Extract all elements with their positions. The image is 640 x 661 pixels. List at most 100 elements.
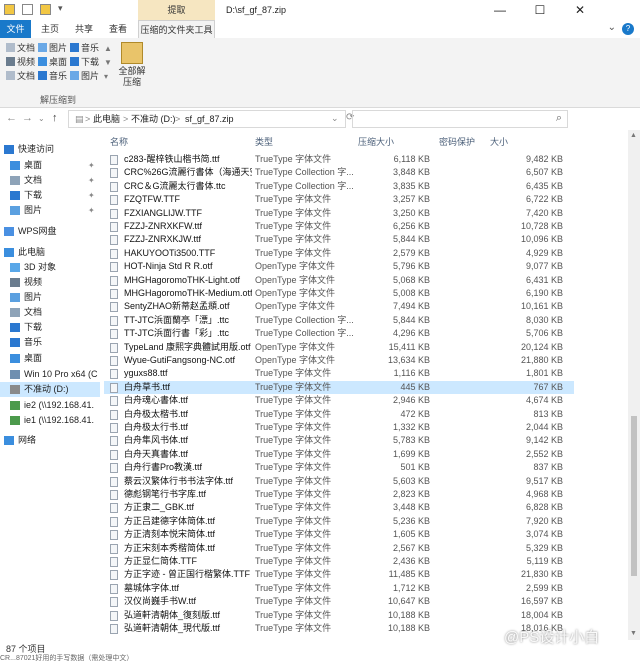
close-button[interactable]: ✕ <box>560 0 600 20</box>
file-row[interactable]: FZXIANGLIJW.TTF TrueType 字体文件 3,250 KB 7,42… <box>104 207 574 220</box>
tab-home[interactable]: 主页 <box>34 20 66 38</box>
file-row[interactable]: HOT-Ninja Std R R.otf OpenType 字体文件 5,796 … <box>104 260 574 273</box>
address-dropdown-icon[interactable]: ⌄ <box>331 113 339 124</box>
forward-icon[interactable]: → <box>22 112 33 124</box>
pin-icon[interactable]: ✦ <box>88 203 95 218</box>
file-row[interactable]: 方正吕建德字体简体.ttf TrueType 字体文件 5,236 KB 7,920 … <box>104 515 574 528</box>
file-row[interactable]: c283-醒梓铁山楷书简.ttf TrueType 字体文件 6,118 KB 9,4… <box>104 153 574 166</box>
up-icon[interactable]: ↑ <box>52 112 58 124</box>
back-icon[interactable]: ← <box>6 112 17 124</box>
file-row[interactable]: yguxs88.ttf TrueType 字体文件 1,116 KB 1,801 KB <box>104 367 574 380</box>
pin-icon[interactable]: ✦ <box>88 188 95 203</box>
nav-item[interactable]: ie2 (\\192.168.41. <box>0 398 100 413</box>
file-row[interactable]: 弘道軒清朝体_復刻版.ttf TrueType 字体文件 10,188 KB 18,0… <box>104 609 574 622</box>
quick-access-dropdown-icon[interactable]: ▾ <box>58 3 63 14</box>
tab-compressed-folder-tools[interactable]: 压缩的文件夹工具 <box>138 20 215 38</box>
address-field[interactable]: ▤ > 此电脑 > 不准动 (D:) > sf_gf_87.zip <box>68 110 346 128</box>
vertical-scrollbar[interactable]: ▲ ▼ <box>628 130 640 640</box>
nav-item[interactable]: 文档 <box>0 305 100 320</box>
file-row[interactable]: 墓城体字体.ttf TrueType 字体文件 1,712 KB 2,599 KB <box>104 582 574 595</box>
context-tab-extract[interactable]: 提取 <box>138 0 215 20</box>
file-row[interactable]: 白舟极太楷书.ttf TrueType 字体文件 472 KB 813 KB <box>104 408 574 421</box>
scroll-up-icon[interactable]: ▲ <box>104 44 112 53</box>
extract-to-music-2[interactable]: 音乐 <box>38 70 67 82</box>
file-row[interactable]: CRC%26G流麗行書体（海通天空）...TrueType Collection… <box>104 166 574 179</box>
file-row[interactable]: MHGHagoromoTHK-Medium.otf OpenType 字体文件 5,… <box>104 287 574 300</box>
scroll-up-arrow-icon[interactable]: ▲ <box>630 132 637 139</box>
nav-item[interactable]: 图片 <box>0 290 100 305</box>
file-row[interactable]: 白舟极太行书.ttf TrueType 字体文件 1,332 KB 2,044 KB <box>104 421 574 434</box>
extract-all-button[interactable]: 全部解 压缩 <box>116 42 148 88</box>
scroll-down-arrow-icon[interactable]: ▼ <box>630 630 637 637</box>
maximize-button[interactable]: ☐ <box>520 0 560 20</box>
extract-to-documents[interactable]: 文档 <box>6 42 35 54</box>
scrollbar-thumb[interactable] <box>631 416 637 576</box>
extract-to-desktop[interactable]: 桌面 <box>38 56 67 68</box>
file-row[interactable]: 白舟草书.ttf TrueType 字体文件 445 KB 767 KB <box>104 380 574 395</box>
nav-item[interactable]: 视频 <box>0 275 100 290</box>
tab-view[interactable]: 查看 <box>102 20 134 38</box>
file-row[interactable]: FZQTFW.TTF TrueType 字体文件 3,257 KB 6,722 KB <box>104 193 574 206</box>
column-header-type[interactable]: 类型 <box>255 133 273 151</box>
nav-item[interactable]: 快速访问 <box>0 142 100 157</box>
folder-icon[interactable] <box>4 4 15 15</box>
file-row[interactable]: 方正隶二_GBK.ttf TrueType 字体文件 3,448 KB 6,828 K… <box>104 501 574 514</box>
file-row[interactable]: 白舟天真書体.ttf TrueType 字体文件 1,699 KB 2,552 KB <box>104 448 574 461</box>
extract-to-pictures[interactable]: 图片 <box>38 42 67 54</box>
more-icon[interactable]: ▾ <box>104 72 108 81</box>
file-row[interactable]: Wyue-GutiFangsong-NC.otf OpenType 字体文件 13,… <box>104 354 574 367</box>
nav-item[interactable]: 不准动 (D:) <box>0 382 100 397</box>
help-icon[interactable]: ? <box>622 23 634 35</box>
file-row[interactable]: 白舟行書Pro教漢.ttf TrueType 字体文件 501 KB 837 KB <box>104 461 574 474</box>
breadcrumb-drive-d[interactable]: 不准动 (D:) <box>131 111 176 127</box>
file-row[interactable]: FZZJ-ZNRXKJW.ttf TrueType 字体文件 5,844 KB 10,… <box>104 233 574 246</box>
file-row[interactable]: 汉仪尚巍手书W.ttf TrueType 字体文件 10,647 KB 16,597 … <box>104 595 574 608</box>
extract-to-pictures-2[interactable]: 图片 <box>70 70 99 82</box>
nav-item[interactable]: 文档 ✦ <box>0 173 100 188</box>
nav-item[interactable]: 下载 ✦ <box>0 188 100 203</box>
column-header-name[interactable]: 名称 <box>110 133 128 151</box>
file-row[interactable]: TT-JTC浜面蘭亭「漂」.ttc TrueType Collection 字..… <box>104 314 574 327</box>
file-row[interactable]: TypeLand 康熙字典體試用版.otf OpenType 字体文件 15,411… <box>104 341 574 354</box>
chevron-down-icon[interactable]: ⌄ <box>608 22 616 33</box>
file-row[interactable]: 方正字迹 - 曾正国行楷繁体.TTF TrueType 字体文件 11,485 KB… <box>104 568 574 581</box>
nav-item[interactable]: WPS网盘 <box>0 224 100 239</box>
scroll-down-icon[interactable]: ▼ <box>104 58 112 67</box>
search-input[interactable]: ⌕ <box>352 110 568 128</box>
nav-item[interactable]: 此电脑 <box>0 245 100 260</box>
nav-item[interactable]: 桌面 ✦ <box>0 158 100 173</box>
breadcrumb-zip[interactable]: sf_gf_87.zip <box>185 111 234 127</box>
extract-to-videos[interactable]: 视频 <box>6 56 35 68</box>
properties-icon[interactable] <box>22 4 33 15</box>
file-row[interactable]: 方正清刻本悦宋简体.ttf TrueType 字体文件 1,605 KB 3,074 … <box>104 528 574 541</box>
new-folder-icon[interactable] <box>40 4 51 15</box>
file-row[interactable]: SentyZHAO新蒂赵孟頫.otf OpenType 字体文件 7,494 KB 1… <box>104 300 574 313</box>
nav-item[interactable]: 图片 ✦ <box>0 203 100 218</box>
pin-icon[interactable]: ✦ <box>88 158 95 173</box>
column-header-size[interactable]: 大小 <box>490 133 508 151</box>
file-row[interactable]: 方正显仁简体.TTF TrueType 字体文件 2,436 KB 5,119 KB <box>104 555 574 568</box>
extract-to-downloads[interactable]: 下载 <box>70 56 99 68</box>
file-row[interactable]: HAKUYOOTi3500.TTF TrueType 字体文件 2,579 KB 4,… <box>104 247 574 260</box>
nav-item[interactable]: ie1 (\\192.168.41. <box>0 413 100 428</box>
extract-to-music[interactable]: 音乐 <box>70 42 99 54</box>
nav-item[interactable]: 网络 <box>0 433 100 448</box>
file-row[interactable]: CRC＆G流麗太行書体.ttc TrueType Collection 字... 3… <box>104 180 574 193</box>
tab-file[interactable]: 文件 <box>0 20 31 38</box>
file-row[interactable]: 白舟魂心書体.ttf TrueType 字体文件 2,946 KB 4,674 KB <box>104 394 574 407</box>
file-row[interactable]: FZZJ-ZNRXKFW.ttf TrueType 字体文件 6,256 KB 10,… <box>104 220 574 233</box>
file-row[interactable]: 白舟隼风书体.ttf TrueType 字体文件 5,783 KB 9,142 KB <box>104 434 574 447</box>
file-row[interactable]: 德彪钢笔行书字库.ttf TrueType 字体文件 2,823 KB 4,968 K… <box>104 488 574 501</box>
recent-locations-icon[interactable]: ⌄ <box>38 114 45 123</box>
nav-item[interactable]: 桌面 <box>0 351 100 366</box>
column-header-password[interactable]: 密码保护 <box>439 133 475 151</box>
nav-item[interactable]: 音乐 <box>0 335 100 350</box>
nav-item[interactable]: Win 10 Pro x64 (C <box>0 367 100 382</box>
file-row[interactable]: MHGHagoromoTHK-Light.otf OpenType 字体文件 5,0… <box>104 274 574 287</box>
file-row[interactable]: 蔡云汉繁体行书书法字体.ttf TrueType 字体文件 5,603 KB 9,51… <box>104 475 574 488</box>
nav-item[interactable]: 下载 <box>0 320 100 335</box>
nav-item[interactable]: 3D 对象 <box>0 260 100 275</box>
minimize-button[interactable]: — <box>480 0 520 20</box>
extract-to-documents-2[interactable]: 文档 <box>6 70 35 82</box>
file-row[interactable]: 方正宋刻本秀楷简体.ttf TrueType 字体文件 2,567 KB 5,329 … <box>104 542 574 555</box>
